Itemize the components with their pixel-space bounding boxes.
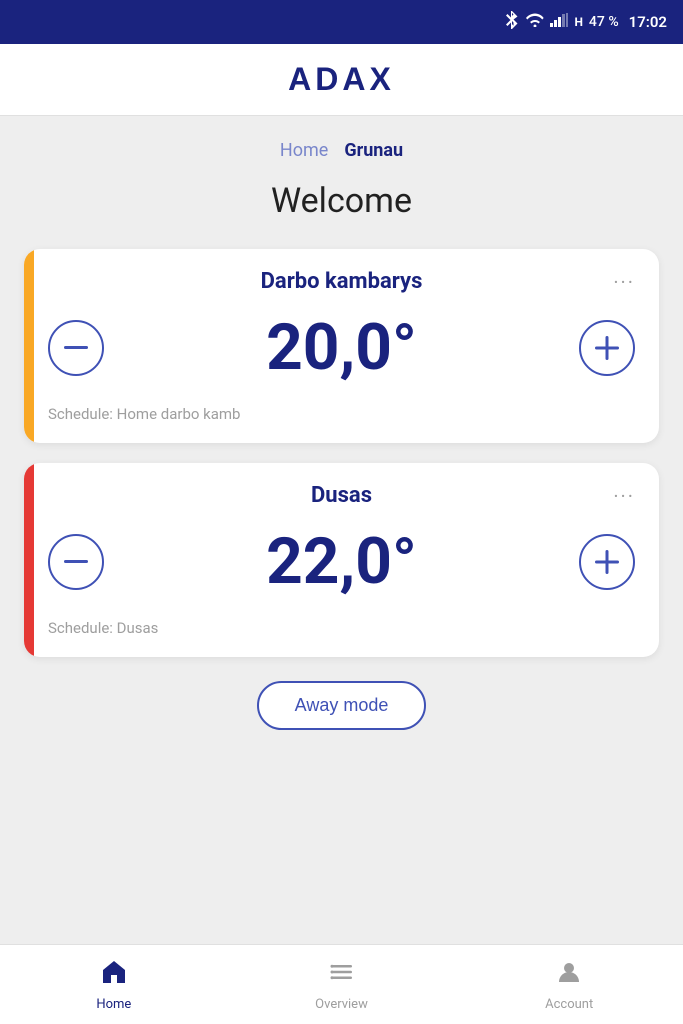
status-icons: H 47 % 17:02 [506,11,667,33]
device-name-2: Dusas [311,483,372,508]
bottom-nav: Home Overview Account [0,944,683,1024]
device-name-1: Darbo kambarys [261,269,423,294]
increase-temp-2[interactable] [579,534,635,590]
app-logo: ADAX [288,61,395,98]
wifi-icon [526,13,544,31]
card-header-1: Darbo kambarys ··· [48,269,635,294]
schedule-label-2: Schedule: Dusas [48,619,635,637]
nav-home-label: Home [96,997,131,1012]
battery-percent: 47 % [589,14,619,30]
away-mode-container: Away mode [24,681,659,730]
bluetooth-icon [506,11,520,33]
breadcrumb-home[interactable]: Home [280,140,328,161]
more-options-2[interactable]: ··· [613,484,635,508]
card-header-2: Dusas ··· [48,483,635,508]
nav-home[interactable]: Home [0,950,228,1020]
status-time: 17:02 [629,13,667,31]
decrease-temp-1[interactable] [48,320,104,376]
more-options-1[interactable]: ··· [613,270,635,294]
network-type-icon: H [574,15,582,29]
main-content: Home Grunau Welcome Darbo kambarys ··· 2… [0,116,683,944]
home-icon [100,958,128,993]
device-status-bar-1 [24,249,34,443]
schedule-label-1: Schedule: Home darbo kamb [48,405,635,423]
status-bar: H 47 % 17:02 [0,0,683,44]
account-icon [555,958,583,993]
signal-icon [550,13,568,31]
nav-account[interactable]: Account [455,950,683,1020]
temperature-1: 20,0° [266,310,417,385]
overview-icon [328,958,356,993]
nav-overview[interactable]: Overview [228,950,456,1020]
controls-row-1: 20,0° [48,310,635,385]
device-card-2: Dusas ··· 22,0° Schedule: Dusas [24,463,659,657]
device-card-1: Darbo kambarys ··· 20,0° Schedule: Home … [24,249,659,443]
nav-overview-label: Overview [315,997,368,1012]
breadcrumb: Home Grunau [24,116,659,169]
decrease-temp-2[interactable] [48,534,104,590]
app-header: ADAX [0,44,683,116]
controls-row-2: 22,0° [48,524,635,599]
temperature-2: 22,0° [266,524,417,599]
nav-account-label: Account [545,997,593,1012]
device-status-bar-2 [24,463,34,657]
breadcrumb-current: Grunau [344,140,403,161]
away-mode-button[interactable]: Away mode [257,681,427,730]
welcome-title: Welcome [24,181,659,221]
increase-temp-1[interactable] [579,320,635,376]
